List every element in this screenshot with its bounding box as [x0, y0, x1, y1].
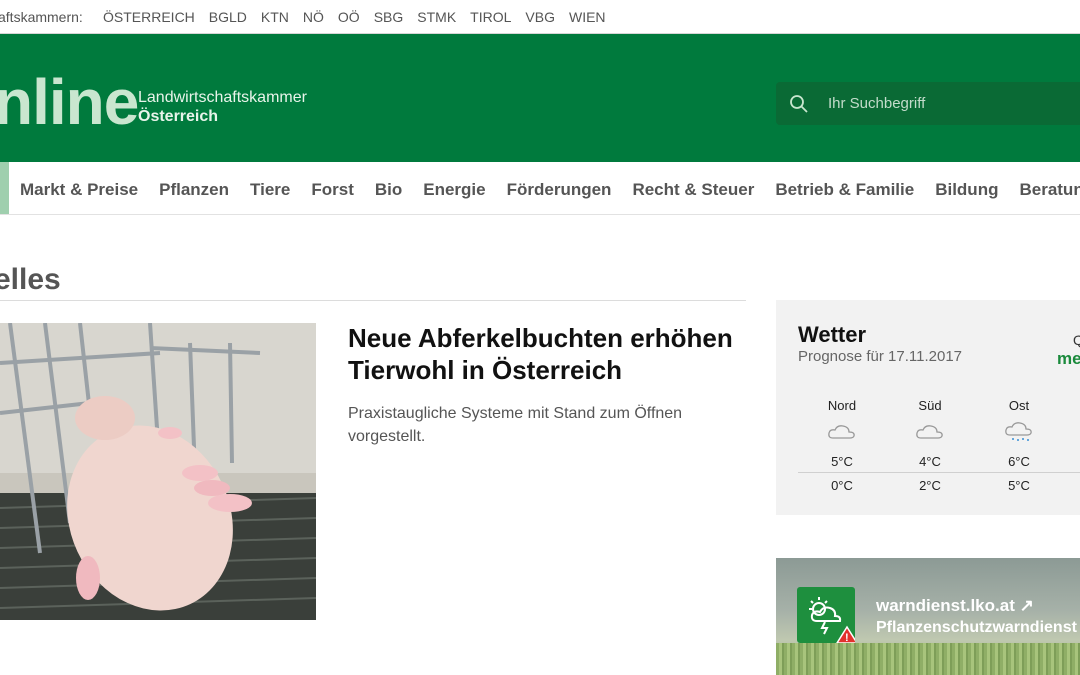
main-nav: Markt & Preise Pflanzen Tiere Forst Bio … [0, 162, 1080, 215]
nav-item-bio[interactable]: Bio [375, 180, 402, 200]
rain-cloud-icon [1005, 422, 1032, 441]
nav-item-markt-preise[interactable]: Markt & Preise [20, 180, 138, 200]
weather-title: Wetter [798, 322, 867, 347]
logo-subtitle-country: Österreich [138, 108, 219, 125]
temp-max-sued: 4°C [919, 454, 941, 469]
nav-item-forst[interactable]: Forst [311, 180, 354, 200]
weather-forecast-date: Prognose für 17.11.2017 [798, 348, 963, 365]
field-background [776, 643, 1080, 675]
chamber-bar: aftskammern: ÖSTERREICH BGLD KTN NÖ OÖ S… [0, 0, 1080, 34]
temp-max-nord: 5°C [831, 454, 853, 469]
storm-warning-icon: ! [809, 597, 859, 644]
warndienst-banner[interactable]: ! warndienst.lko.at ↗ Pflanzenschutzwarn… [776, 558, 1080, 675]
site-header: nline Landwirtschaftskammer Österreich [0, 34, 1080, 162]
chamber-bar-label: aftskammern: [0, 9, 83, 25]
chamber-link-bgld[interactable]: BGLD [209, 9, 247, 25]
chamber-link-wien[interactable]: WIEN [569, 9, 606, 25]
warndienst-link[interactable]: warndienst.lko.at ↗ [876, 596, 1034, 616]
search-input[interactable] [826, 82, 1080, 125]
nav-item-bildung[interactable]: Bildung [935, 180, 998, 200]
chamber-link-sbg[interactable]: SBG [374, 9, 404, 25]
chamber-link-noe[interactable]: NÖ [303, 9, 324, 25]
logo-subtitle: Landwirtschaftskammer [138, 89, 307, 106]
weather-widget: Wetter Prognose für 17.11.2017 Q me Nord… [776, 300, 1080, 515]
article-teaser: Praxistaugliche Systeme mit Stand zum Öf… [348, 405, 683, 445]
cloudy-icon [828, 425, 855, 439]
nav-item-recht-steuer[interactable]: Recht & Steuer [632, 180, 754, 200]
nav-item-tiere[interactable]: Tiere [250, 180, 290, 200]
chamber-link-vbg[interactable]: VBG [525, 9, 555, 25]
search-icon[interactable] [789, 94, 809, 114]
chamber-link-tirol[interactable]: TIROL [470, 9, 511, 25]
chamber-link-ktn[interactable]: KTN [261, 9, 289, 25]
weather-q-label: Q [1073, 332, 1080, 348]
nav-item-beratung[interactable]: Beratung [1019, 180, 1080, 200]
temp-min-ost: 5°C [1008, 478, 1030, 493]
warndienst-badge: ! [797, 587, 859, 644]
temp-min-nord: 0°C [831, 478, 853, 493]
search-box[interactable] [776, 82, 1080, 125]
weather-divider [798, 472, 1080, 473]
weather-region-ost: Ost [1008, 398, 1030, 413]
cloudy-icon [916, 425, 943, 439]
section-divider [0, 300, 746, 301]
nav-item-energie[interactable]: Energie [423, 180, 485, 200]
nav-item-betrieb-familie[interactable]: Betrieb & Familie [775, 180, 914, 200]
section-title: elles [0, 263, 61, 296]
temp-min-sued: 2°C [919, 478, 941, 493]
nav-item-pflanzen[interactable]: Pflanzen [159, 180, 229, 200]
nav-item-foerderungen[interactable]: Förderungen [507, 180, 612, 200]
chamber-link-ooe[interactable]: OÖ [338, 9, 360, 25]
chamber-link-oesterreich[interactable]: ÖSTERREICH [103, 9, 195, 25]
temp-max-ost: 6°C [1008, 454, 1030, 469]
warndienst-description: Pflanzenschutzwarndienst [876, 619, 1077, 636]
site-logo[interactable]: nline [0, 70, 139, 134]
article-title[interactable]: Neue Abferkelbuchten erhöhen Tierwohl in… [348, 322, 748, 386]
svg-text:!: ! [845, 632, 849, 643]
chamber-links: ÖSTERREICH BGLD KTN NÖ OÖ SBG STMK TIROL… [103, 9, 606, 25]
weather-more-link[interactable]: me [1057, 349, 1080, 369]
weather-region-sued: Süd [918, 398, 942, 413]
article-image[interactable] [0, 323, 316, 620]
nav-active-indicator [0, 162, 9, 214]
weather-region-nord: Nord [827, 398, 857, 413]
chamber-link-stmk[interactable]: STMK [417, 9, 456, 25]
